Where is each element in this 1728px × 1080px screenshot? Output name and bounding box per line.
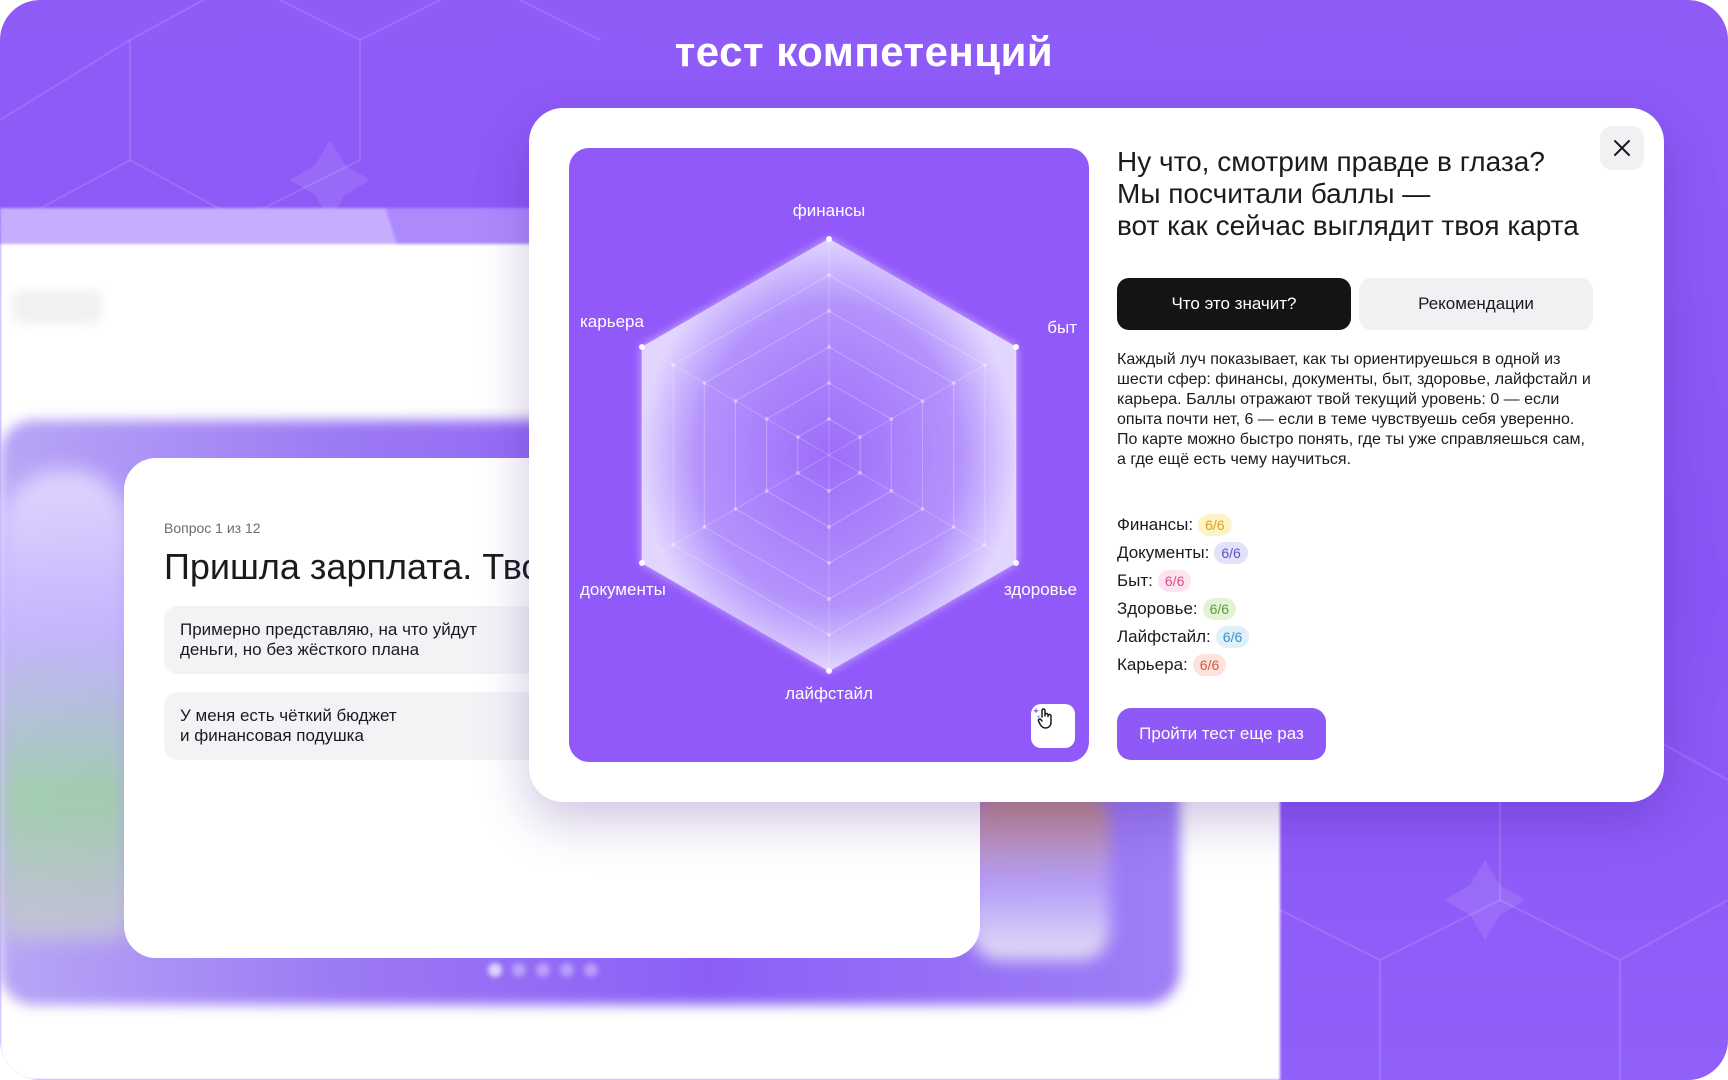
- description-text: Каждый луч показывает, как ты ориентируе…: [1117, 351, 1591, 468]
- score-badge: 6/6: [1192, 654, 1227, 676]
- radar-grid-dot: [827, 561, 831, 565]
- score-badge: 6/6: [1215, 626, 1250, 648]
- carousel-dot: [512, 963, 526, 977]
- radar-chart: [638, 236, 1020, 674]
- score-badge: 6/6: [1157, 570, 1192, 592]
- axis-label-lifestyle: лайфстайл: [785, 684, 873, 703]
- carousel-dot: [560, 963, 574, 977]
- radar-value-point: [826, 668, 832, 674]
- radar-grid-dot: [827, 525, 831, 529]
- score-badge: 6/6: [1202, 598, 1237, 620]
- background-side-strip: [1245, 800, 1280, 1080]
- score-label: Здоровье:: [1117, 599, 1198, 618]
- radar-grid-dot: [764, 417, 769, 421]
- radar-grid-dot: [858, 471, 863, 475]
- radar-grid-dot: [827, 633, 831, 637]
- score-row-career: Карьера: 6/6: [1117, 651, 1249, 679]
- carousel-dot: [536, 963, 550, 977]
- score-badge: 6/6: [1214, 542, 1248, 564]
- radar-grid-dot: [671, 543, 676, 547]
- radar-grid-dot: [951, 381, 956, 385]
- radar-grid-dot: [827, 273, 831, 277]
- axis-label-finance: финансы: [792, 201, 866, 220]
- score-list: Финансы: 6/6 Документы: 6/6 Быт: 6/6 Здо…: [1117, 511, 1250, 679]
- axis-label-career: карьера: [580, 312, 644, 331]
- radar-grid-dot: [858, 435, 863, 439]
- hint-button[interactable]: [1031, 704, 1075, 748]
- tab-what-it-means[interactable]: Что это значит?: [1117, 278, 1351, 330]
- page-title: тест компетенций: [674, 28, 1054, 75]
- radar-value-point: [638, 344, 645, 350]
- radar-grid-dot: [795, 435, 800, 439]
- radar-grid-dot: [889, 417, 894, 421]
- axis-label-household: быт: [1047, 318, 1077, 337]
- radar-grid-dot: [827, 489, 831, 493]
- carousel-dots: [488, 963, 598, 977]
- radar-value-point: [1013, 344, 1020, 350]
- radar-grid-dot: [827, 597, 831, 601]
- radar-grid-dot: [982, 363, 987, 367]
- radar-grid-dot: [702, 525, 707, 529]
- tab-recommendations[interactable]: Рекомендации: [1359, 278, 1593, 330]
- modal-heading-line: Ну что, смотрим правде в глаза?: [1117, 146, 1545, 177]
- tap-sparkle-icon: [1033, 708, 1052, 729]
- axis-label-documents: документы: [580, 580, 666, 599]
- radar-grid-dot: [733, 399, 738, 403]
- radar-grid-dot: [671, 363, 676, 367]
- score-row-lifestyle: Лайфстайл: 6/6: [1117, 623, 1250, 651]
- modal-heading: Ну что, смотрим правде в глаза? Мы посчи…: [1117, 146, 1617, 242]
- score-label: Финансы:: [1117, 515, 1194, 534]
- results-modal: финансы быт здоровье лайфстайл документы…: [529, 108, 1664, 802]
- modal-heading-line: Мы посчитали баллы —: [1117, 178, 1431, 209]
- radar-grid-dot: [920, 507, 925, 511]
- score-row-health: Здоровье: 6/6: [1117, 595, 1249, 623]
- carousel-dot: [584, 963, 598, 977]
- radar-grid-dot: [827, 417, 831, 421]
- modal-heading-line: вот как сейчас выглядит твоя карта: [1117, 210, 1579, 241]
- score-badge: 6/6: [1198, 514, 1232, 536]
- radar-grid-dot: [982, 543, 987, 547]
- radar-grid-dot: [827, 381, 831, 385]
- radar-value-point: [826, 236, 832, 242]
- radar-grid-dot: [702, 381, 707, 385]
- background-chip: [12, 290, 102, 324]
- retry-test-button[interactable]: Пройти тест еще раз: [1117, 708, 1326, 760]
- radar-grid-dot: [764, 489, 769, 493]
- character-illustration-right: [970, 790, 1110, 960]
- character-illustration-left: [0, 470, 130, 940]
- radar-grid-dot: [951, 525, 956, 529]
- radar-chart-panel: финансы быт здоровье лайфстайл документы…: [569, 148, 1089, 762]
- carousel-dot: [488, 963, 502, 977]
- radar-grid-dot: [827, 345, 831, 349]
- score-label: Карьера:: [1117, 655, 1188, 674]
- radar-grid-dot: [889, 489, 894, 493]
- radar-value-point: [1013, 560, 1020, 566]
- score-label: Быт:: [1117, 571, 1153, 590]
- score-row-documents: Документы: 6/6: [1117, 539, 1249, 567]
- score-label: Лайфстайл:: [1117, 627, 1211, 646]
- radar-grid-dot: [733, 507, 738, 511]
- app-frame: тест компетенций Вопрос 1 из 12 Пришла з…: [0, 0, 1728, 1080]
- score-label: Документы:: [1117, 543, 1210, 562]
- score-row-finance: Финансы: 6/6: [1117, 511, 1249, 539]
- modal-tabs: Что это значит? Рекомендации: [1117, 278, 1593, 330]
- radar-value-point: [638, 560, 645, 566]
- score-row-household: Быт: 6/6: [1117, 567, 1249, 595]
- axis-label-health: здоровье: [1003, 580, 1077, 599]
- radar-grid-dot: [920, 399, 925, 403]
- radar-grid-dot: [795, 471, 800, 475]
- radar-grid-dot: [827, 309, 831, 313]
